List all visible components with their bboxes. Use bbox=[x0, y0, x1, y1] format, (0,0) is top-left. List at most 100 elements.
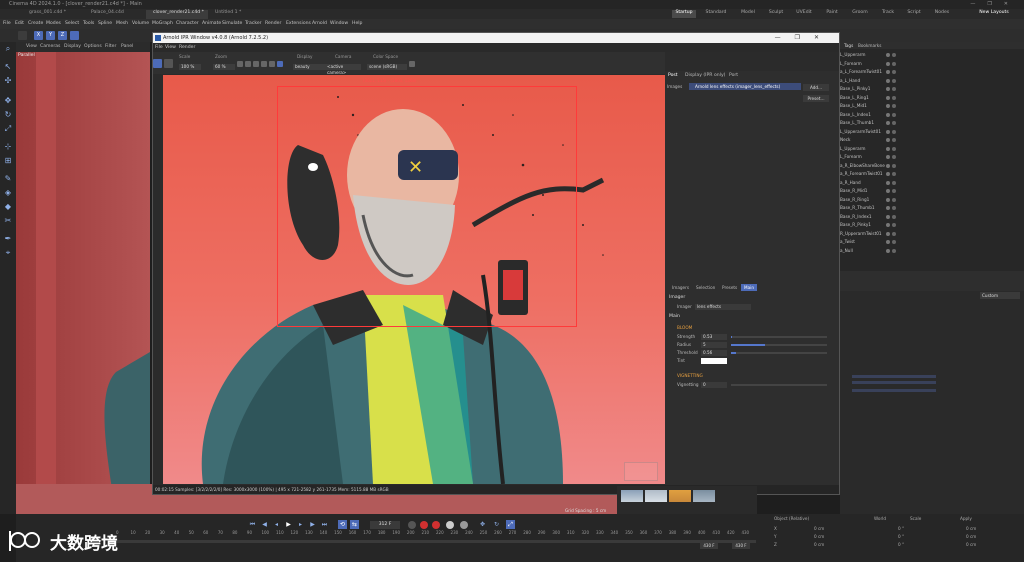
doc-tab-active[interactable]: clover_render21.c4d * bbox=[146, 10, 208, 19]
vignetting-section[interactable]: VIGNETTING bbox=[677, 373, 703, 378]
snap-icon[interactable]: ⊹ bbox=[3, 142, 13, 152]
vignetting-field[interactable]: 0 bbox=[701, 382, 727, 388]
visibility-render-icon[interactable] bbox=[892, 70, 896, 74]
magnet-icon[interactable]: ⌖ bbox=[3, 248, 13, 258]
visibility-editor-icon[interactable] bbox=[886, 214, 890, 219]
visibility-editor-icon[interactable] bbox=[886, 146, 890, 151]
rotate-view-icon[interactable]: ✣ bbox=[3, 76, 13, 86]
ipr-menu-file[interactable]: File bbox=[155, 45, 163, 50]
object-row[interactable]: L_Upperarm bbox=[840, 51, 1024, 59]
select-icon[interactable]: ↖ bbox=[3, 62, 13, 72]
tab-tags[interactable]: Tags bbox=[844, 43, 853, 48]
object-row[interactable]: a_R_Hand bbox=[840, 179, 1024, 187]
menu-character[interactable]: Character bbox=[176, 21, 199, 26]
object-row[interactable]: Base_R_Mid1 bbox=[840, 187, 1024, 195]
new-layouts-button[interactable]: New Layouts bbox=[976, 10, 1012, 18]
vp-menu-filter[interactable]: Filter bbox=[105, 44, 116, 49]
zoom-field[interactable]: 60 % bbox=[213, 64, 235, 70]
visibility-render-icon[interactable] bbox=[892, 155, 896, 159]
attr-field[interactable] bbox=[852, 375, 936, 378]
keyframe-selection-icon[interactable] bbox=[460, 521, 468, 529]
visibility-render-icon[interactable] bbox=[892, 78, 896, 83]
doc-tab[interactable]: Untitled 1 * bbox=[208, 10, 270, 19]
record-icon[interactable] bbox=[420, 521, 428, 529]
ipr-select-button[interactable] bbox=[153, 59, 162, 68]
object-row[interactable]: Base_L_Thumb1 bbox=[840, 119, 1024, 127]
layout-standard[interactable]: Standard bbox=[704, 10, 728, 18]
coord-pos[interactable]: 0 cm bbox=[814, 526, 824, 531]
vp-menu-cameras[interactable]: Cameras bbox=[40, 44, 60, 49]
object-row[interactable]: R_UpperarmTwist01 bbox=[840, 230, 1024, 238]
tab-post[interactable]: Post bbox=[668, 73, 678, 78]
3d-viewport[interactable]: Parallel bbox=[16, 52, 150, 514]
object-row[interactable]: Base_R_Thumb1 bbox=[840, 204, 1024, 212]
object-row[interactable]: a_Twist bbox=[840, 238, 1024, 246]
play-icon[interactable]: ▶ bbox=[284, 520, 293, 529]
layout-groom[interactable]: Groom bbox=[848, 10, 872, 18]
y-axis-button[interactable]: Y bbox=[46, 31, 55, 40]
coord-pos[interactable]: 0 cm bbox=[814, 534, 824, 539]
close-icon[interactable]: ✕ bbox=[1004, 1, 1020, 7]
strength-field[interactable]: 0.53 bbox=[701, 334, 727, 340]
radius-field[interactable]: 5 bbox=[701, 342, 727, 348]
menu-window[interactable]: Window bbox=[330, 21, 348, 26]
pen-icon[interactable]: ✒ bbox=[3, 234, 13, 244]
vp-menu-display[interactable]: Display bbox=[64, 44, 81, 49]
window-controls[interactable]: —❐✕ bbox=[970, 1, 1020, 7]
scale-key-icon[interactable]: ⤢ bbox=[506, 520, 515, 529]
vp-menu-options[interactable]: Options bbox=[84, 44, 102, 49]
panel-tab-presets[interactable]: Presets bbox=[719, 284, 740, 291]
current-frame-field[interactable]: 312 F bbox=[370, 521, 400, 529]
coords-header[interactable]: Apply bbox=[960, 516, 972, 521]
object-row[interactable]: Base_L_Pinky1 bbox=[840, 85, 1024, 93]
rotate-icon[interactable]: ↻ bbox=[3, 110, 13, 120]
visibility-editor-icon[interactable] bbox=[886, 248, 890, 253]
object-row[interactable]: Base_R_Ring1 bbox=[840, 196, 1024, 204]
doc-tab[interactable]: Palace_04.c4d bbox=[84, 10, 146, 19]
ipr-tool-2[interactable] bbox=[245, 61, 251, 67]
keyframe-icon[interactable] bbox=[446, 521, 454, 529]
go-to-end-icon[interactable]: ⏭ bbox=[320, 520, 329, 529]
fill-icon[interactable]: ◆ bbox=[3, 202, 13, 212]
ipr-close-icon[interactable]: ✕ bbox=[814, 34, 833, 41]
knife-icon[interactable]: ✂ bbox=[3, 216, 13, 226]
range-start-field[interactable]: 430 F bbox=[700, 543, 718, 549]
ipr-lut-button[interactable] bbox=[409, 61, 415, 67]
coords-header[interactable]: World bbox=[874, 516, 886, 521]
menu-modes[interactable]: Modes bbox=[46, 21, 61, 26]
coord-size[interactable]: 0 cm bbox=[966, 534, 976, 539]
range-icon[interactable]: ⇆ bbox=[350, 520, 359, 529]
ipr-tool-1[interactable] bbox=[237, 61, 243, 67]
object-row[interactable]: Neck bbox=[840, 136, 1024, 144]
go-to-start-icon[interactable]: ⏮ bbox=[248, 520, 257, 529]
menu-file[interactable]: File bbox=[3, 21, 11, 26]
object-row[interactable]: a_L_ForearmTwist01 bbox=[840, 68, 1024, 76]
menu-animate[interactable]: Animate bbox=[202, 21, 221, 26]
render-view[interactable]: ✕ (3011, 115) - (1803, 1368) bbox=[163, 75, 665, 484]
vp-menu-view[interactable]: View bbox=[26, 44, 37, 49]
coord-rot[interactable]: 0 ° bbox=[898, 542, 904, 547]
visibility-editor-icon[interactable] bbox=[886, 206, 890, 210]
layout-track[interactable]: Track bbox=[876, 10, 900, 18]
next-key-icon[interactable]: ▶ bbox=[308, 520, 317, 529]
visibility-render-icon[interactable] bbox=[892, 180, 896, 185]
visibility-render-icon[interactable] bbox=[892, 172, 896, 176]
menu-extensions[interactable]: Extensions bbox=[286, 21, 311, 26]
layout-sculpt[interactable]: Sculpt bbox=[764, 10, 788, 18]
visibility-render-icon[interactable] bbox=[892, 206, 896, 210]
visibility-render-icon[interactable] bbox=[892, 231, 896, 236]
layout-script[interactable]: Script bbox=[902, 10, 926, 18]
coordinate-system-button[interactable] bbox=[70, 31, 79, 40]
coords-header[interactable]: Object (Relative) bbox=[774, 516, 809, 521]
object-row[interactable]: a_R_ElbowShareBone bbox=[840, 162, 1024, 170]
object-row[interactable]: Base_R_Index1 bbox=[840, 213, 1024, 221]
visibility-editor-icon[interactable] bbox=[886, 231, 890, 236]
autokey-icon[interactable] bbox=[432, 521, 440, 529]
visibility-editor-icon[interactable] bbox=[886, 163, 890, 168]
ipr-region-button[interactable] bbox=[164, 59, 173, 68]
coord-rot[interactable]: 0 ° bbox=[898, 534, 904, 539]
colorspace-select[interactable]: scene (sRGB) bbox=[367, 64, 407, 70]
visibility-editor-icon[interactable] bbox=[886, 197, 890, 202]
coord-rot[interactable]: 0 ° bbox=[898, 526, 904, 531]
tint-color-swatch[interactable] bbox=[701, 358, 727, 364]
